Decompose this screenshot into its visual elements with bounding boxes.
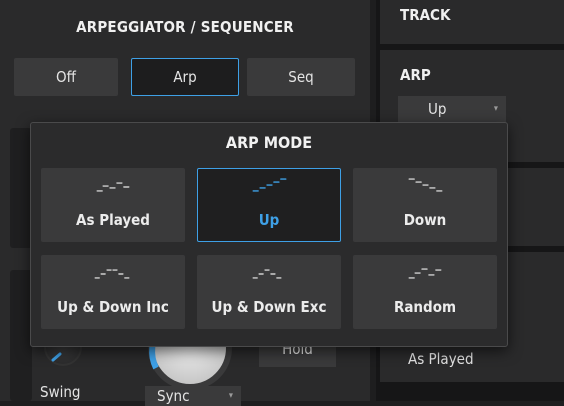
popup-title: ARP MODE [225,133,313,152]
chevron-down-icon: ▾ [228,391,233,401]
option-random[interactable]: Random [353,255,497,329]
chevron-down-icon: ▾ [493,104,498,114]
option-up-down-inc[interactable]: Up & Down Inc [41,255,185,329]
mode-seq-button[interactable]: Seq [247,58,355,96]
arp-mode-dropdown[interactable]: Up ▾ [398,96,506,122]
option-up-down-exc[interactable]: Up & Down Exc [197,255,341,329]
track-title: TRACK [400,6,451,24]
option-label: Random [393,298,457,316]
arp-title: ARP [400,66,431,84]
mode-off-button[interactable]: Off [14,58,118,96]
pattern-random-icon [408,268,442,279]
pattern-down-icon [408,178,443,192]
option-as-played[interactable]: As Played [41,168,185,242]
track-header: TRACK [380,0,564,44]
arp-mode-popup: ARP MODE As Played Up Down Up & Down Inc… [30,122,508,347]
sync-dropdown[interactable]: Sync ▾ [145,386,241,406]
arp-mode-value: Up [428,100,447,118]
mode-seq-label: Seq [288,68,314,86]
panel-title: ARPEGGIATOR / SEQUENCER [76,18,294,36]
option-up[interactable]: Up [197,168,341,242]
pattern-as-played-icon [96,182,130,192]
mode-off-label: Off [56,68,76,86]
subpanel-edge [10,270,32,401]
mode-value-text: As Played [408,350,474,368]
pattern-up-down-exc-icon [252,269,282,279]
sync-value: Sync [157,387,190,405]
option-label: Up & Down Exc [211,298,327,316]
option-label: Up & Down Inc [57,298,169,316]
option-label: Down [403,211,447,229]
option-label: Up [258,211,280,229]
option-down[interactable]: Down [353,168,497,242]
mode-arp-button[interactable]: Arp [131,58,239,96]
pattern-up-down-inc-icon [94,269,130,279]
mode-arp-label: Arp [173,68,197,86]
subpanel-edge [10,128,32,248]
pattern-up-icon [252,178,287,192]
swing-label: Swing [40,383,81,401]
option-label: As Played [76,211,150,229]
